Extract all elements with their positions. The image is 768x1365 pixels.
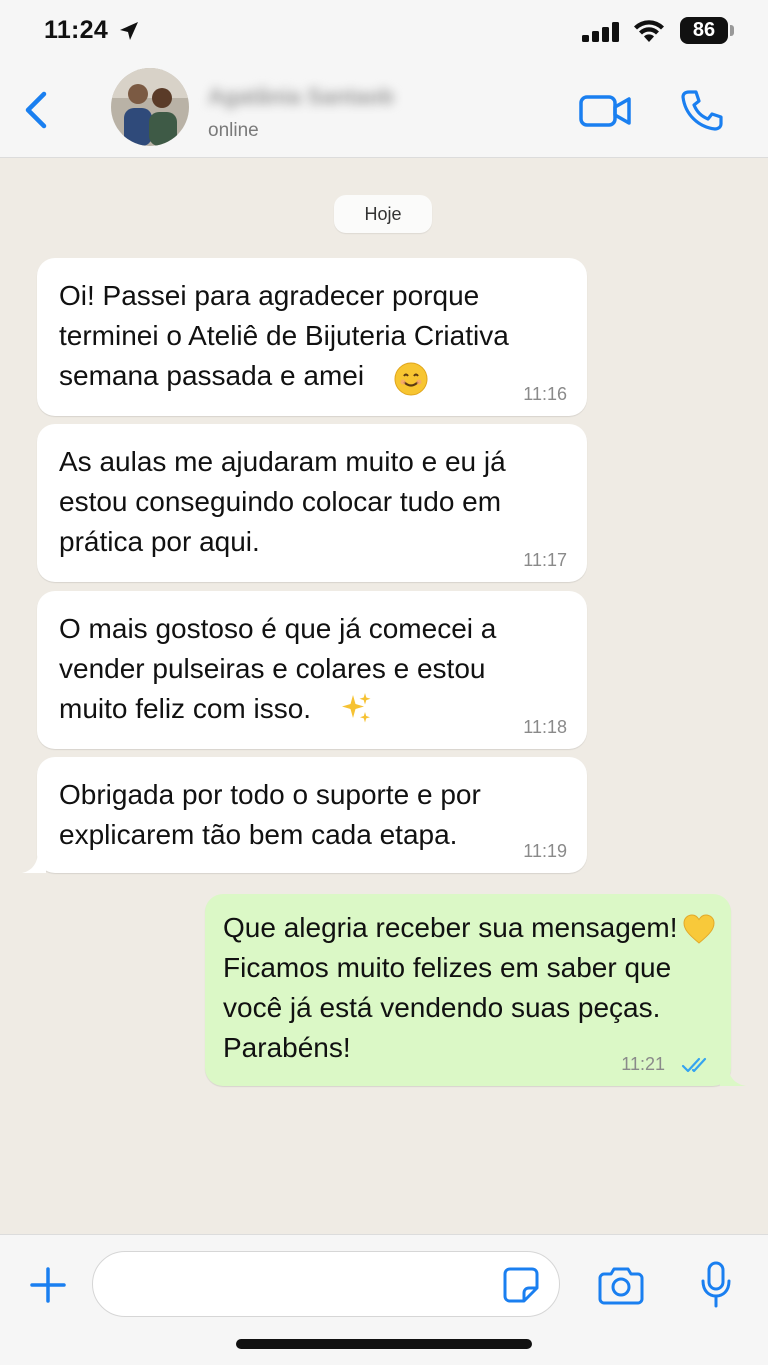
message-time: 11:16 xyxy=(523,384,567,404)
message-bubble-incoming[interactable]: Oi! Passei para agradecer porque termine… xyxy=(37,258,587,416)
back-chevron-icon[interactable] xyxy=(18,88,52,132)
battery-indicator: 86 xyxy=(680,17,728,44)
message-bubble-incoming[interactable]: Obrigada por todo o suporte e por explic… xyxy=(37,757,587,873)
message-bubble-incoming[interactable]: As aulas me ajudaram muito e eu já estou… xyxy=(37,424,587,582)
battery-nub xyxy=(730,25,734,36)
wifi-icon xyxy=(634,20,664,42)
date-chip: Hoje xyxy=(334,195,432,233)
message-text: O mais gostoso é que já comecei a vender… xyxy=(59,613,497,724)
smiling-face-emoji xyxy=(394,362,428,396)
contact-status: online xyxy=(208,120,259,141)
message-text: Que alegria receber sua mensagem! Ficamo… xyxy=(223,912,678,1063)
cellular-signal-icon xyxy=(582,22,619,42)
contact-name[interactable]: Agatânia Santaob xyxy=(208,84,394,110)
avatar[interactable] xyxy=(111,68,189,146)
message-time: 11:18 xyxy=(523,717,567,737)
message-text: As aulas me ajudaram muito e eu já estou… xyxy=(59,446,506,557)
message-bubble-incoming[interactable]: O mais gostoso é que já comecei a vender… xyxy=(37,591,587,749)
avatar-photo xyxy=(111,68,189,146)
bubble-tail-incoming xyxy=(22,851,46,873)
status-time: 11:24 xyxy=(44,16,109,44)
message-time: 11:17 xyxy=(523,550,567,570)
input-bar xyxy=(0,1234,768,1365)
yellow-heart-emoji xyxy=(683,914,715,944)
home-indicator xyxy=(236,1339,532,1349)
status-bar: 11:24 86 xyxy=(0,0,768,62)
message-bubble-outgoing[interactable]: Que alegria receber sua mensagem! Ficamo… xyxy=(205,894,731,1086)
microphone-icon[interactable] xyxy=(700,1261,732,1309)
plus-icon[interactable] xyxy=(28,1265,68,1305)
chat-area[interactable]: Hoje Oi! Passei para agradecer porque te… xyxy=(0,158,768,1234)
camera-icon[interactable] xyxy=(598,1265,644,1305)
message-text: Obrigada por todo o suporte e por explic… xyxy=(59,779,481,850)
phone-icon[interactable] xyxy=(680,88,724,132)
video-call-icon[interactable] xyxy=(578,92,632,130)
message-time: 11:21 xyxy=(621,1054,665,1074)
chat-header: Agatânia Santaob online xyxy=(0,62,768,158)
message-time: 11:19 xyxy=(523,841,567,861)
sparkles-emoji xyxy=(342,693,371,723)
message-text: Oi! Passei para agradecer porque termine… xyxy=(59,280,509,391)
message-input[interactable] xyxy=(92,1251,560,1317)
bubble-tail-outgoing xyxy=(720,1064,746,1086)
location-arrow-icon xyxy=(120,22,138,40)
read-receipt-ticks-icon xyxy=(681,1057,707,1073)
sticker-icon[interactable] xyxy=(502,1266,540,1304)
